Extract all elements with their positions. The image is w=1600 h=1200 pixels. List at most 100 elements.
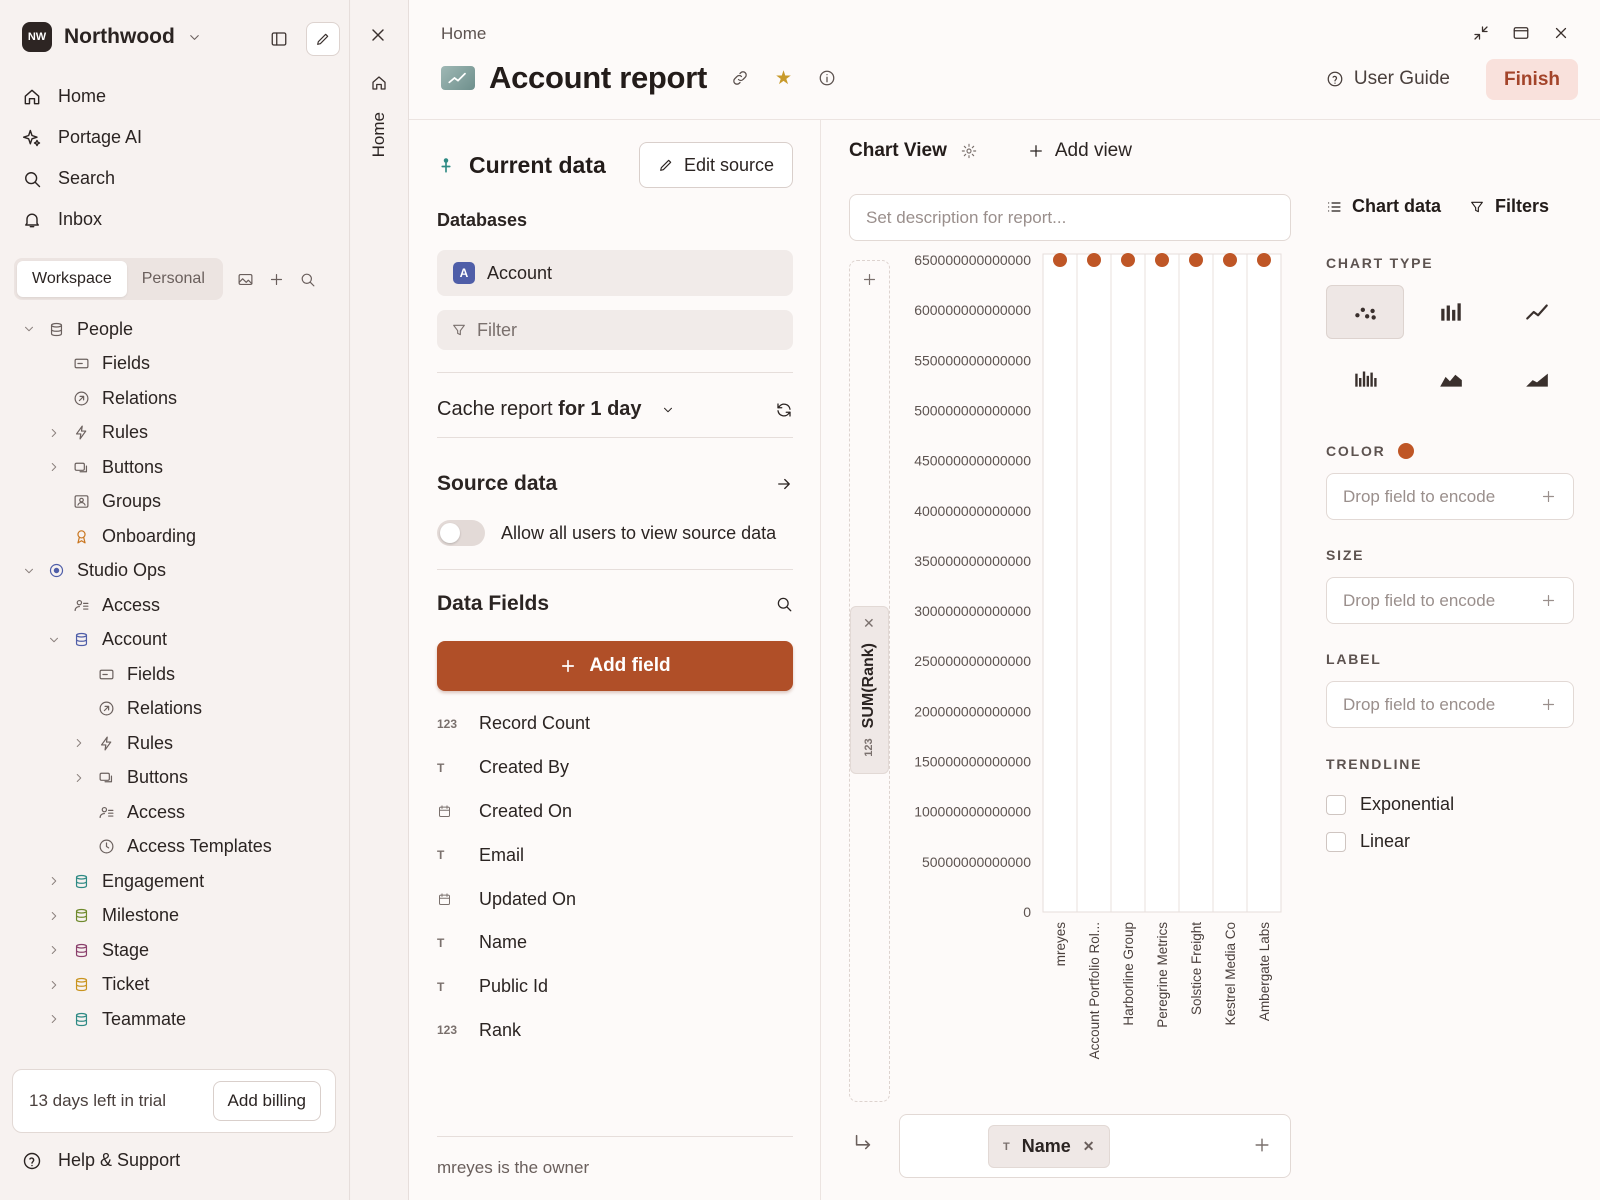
data-field-item[interactable]: 123 Record Count bbox=[437, 702, 793, 746]
plus-icon[interactable] bbox=[268, 271, 285, 288]
cache-setting[interactable]: Cache report for 1 day bbox=[437, 398, 793, 421]
chevron-right-icon[interactable] bbox=[47, 874, 61, 888]
collapse-icon[interactable] bbox=[1472, 24, 1490, 42]
color-drop-zone[interactable]: Drop field to encode bbox=[1326, 473, 1574, 520]
tree-item[interactable]: Buttons bbox=[22, 761, 342, 796]
user-guide-link[interactable]: User Guide bbox=[1326, 68, 1450, 90]
tab-chart-data[interactable]: Chart data bbox=[1326, 196, 1441, 217]
remove-icon[interactable]: ✕ bbox=[1083, 1138, 1095, 1155]
tree-item[interactable]: Ticket bbox=[22, 968, 342, 1003]
link-icon[interactable] bbox=[731, 69, 749, 87]
search-icon[interactable] bbox=[775, 595, 793, 613]
search-icon[interactable] bbox=[299, 271, 316, 288]
tree-item[interactable]: Buttons bbox=[22, 450, 342, 485]
data-field-item[interactable]: Updated On bbox=[437, 877, 793, 921]
tree-item[interactable]: Engagement bbox=[22, 864, 342, 899]
tree-item[interactable]: Fields bbox=[22, 347, 342, 382]
tree-item[interactable]: Access Templates bbox=[22, 830, 342, 865]
tree-item[interactable]: Account bbox=[22, 623, 342, 658]
chevron-down-icon[interactable] bbox=[22, 322, 36, 336]
tree-item[interactable]: Milestone bbox=[22, 899, 342, 934]
workspace-switcher[interactable]: NW Northwood bbox=[22, 22, 202, 52]
tree-item[interactable]: Relations bbox=[22, 692, 342, 727]
trendline-linear[interactable]: Linear bbox=[1326, 823, 1574, 860]
chevron-right-icon[interactable] bbox=[72, 771, 86, 785]
image-icon[interactable] bbox=[237, 271, 254, 288]
tree-item[interactable]: Access bbox=[22, 588, 342, 623]
plus-icon[interactable] bbox=[1252, 1135, 1272, 1155]
breadcrumb[interactable]: Home bbox=[441, 24, 486, 44]
data-field-item[interactable]: T Public Id bbox=[437, 965, 793, 1009]
chevron-right-icon[interactable] bbox=[47, 909, 61, 923]
toggle-sidebar-button[interactable] bbox=[262, 22, 296, 56]
close-icon[interactable] bbox=[1552, 24, 1570, 42]
window-icon[interactable] bbox=[1512, 24, 1530, 42]
checkbox[interactable] bbox=[1326, 831, 1346, 852]
add-billing-button[interactable]: Add billing bbox=[212, 1081, 321, 1121]
chevron-right-icon[interactable] bbox=[47, 460, 61, 474]
compose-button[interactable] bbox=[306, 22, 340, 56]
stacked-area-type-button[interactable] bbox=[1498, 351, 1576, 405]
edit-source-button[interactable]: Edit source bbox=[638, 142, 793, 188]
tree-item[interactable]: Access bbox=[22, 795, 342, 830]
data-field-item[interactable]: T Email bbox=[437, 833, 793, 877]
add-view-button[interactable]: Add view bbox=[1027, 140, 1132, 162]
x-field-pill[interactable]: T Name ✕ bbox=[988, 1125, 1110, 1168]
x-axis-shelf[interactable]: T Name ✕ bbox=[899, 1114, 1291, 1178]
trendline-exponential[interactable]: Exponential bbox=[1326, 786, 1574, 823]
close-icon[interactable] bbox=[368, 25, 388, 45]
tree-item[interactable]: Relations bbox=[22, 381, 342, 416]
data-field-item[interactable]: 123 Rank bbox=[437, 1009, 793, 1053]
description-input[interactable]: Set description for report... bbox=[849, 194, 1291, 241]
tree-item[interactable]: Groups bbox=[22, 485, 342, 520]
y-axis-shelf[interactable]: ✕ 123 SUM(Rank) bbox=[849, 260, 890, 1102]
data-field-item[interactable]: Created On bbox=[437, 790, 793, 834]
home-icon[interactable] bbox=[370, 74, 388, 92]
chevron-right-icon[interactable] bbox=[47, 1012, 61, 1026]
tree-item[interactable]: Fields bbox=[22, 657, 342, 692]
label-drop-zone[interactable]: Drop field to encode bbox=[1326, 681, 1574, 728]
gear-icon[interactable] bbox=[961, 143, 977, 159]
filter-button[interactable]: Filter bbox=[437, 310, 793, 350]
tree-item[interactable]: People bbox=[22, 312, 342, 347]
rail-tab-home[interactable]: Home bbox=[369, 112, 389, 157]
size-drop-zone[interactable]: Drop field to encode bbox=[1326, 577, 1574, 624]
chevron-right-icon[interactable] bbox=[72, 736, 86, 750]
nav-search[interactable]: Search bbox=[22, 158, 332, 199]
data-field-item[interactable]: T Created By bbox=[437, 746, 793, 790]
add-field-button[interactable]: Add field bbox=[437, 641, 793, 691]
chevron-down-icon[interactable] bbox=[47, 633, 61, 647]
arrow-right-icon[interactable] bbox=[775, 475, 793, 493]
area-type-button[interactable] bbox=[1412, 351, 1490, 405]
tab-workspace[interactable]: Workspace bbox=[17, 261, 127, 297]
tree-item[interactable]: Teammate bbox=[22, 1002, 342, 1037]
chevron-down-icon[interactable] bbox=[22, 564, 36, 578]
tree-item[interactable]: Rules bbox=[22, 416, 342, 451]
source-data-toggle[interactable] bbox=[437, 520, 485, 546]
chevron-right-icon[interactable] bbox=[47, 943, 61, 957]
plus-icon[interactable] bbox=[861, 271, 878, 288]
chevron-right-icon[interactable] bbox=[47, 426, 61, 440]
star-icon[interactable]: ★ bbox=[775, 67, 792, 90]
help-support-link[interactable]: Help & Support bbox=[22, 1150, 180, 1171]
tab-chart-view[interactable]: Chart View bbox=[849, 140, 947, 162]
remove-icon[interactable]: ✕ bbox=[863, 615, 875, 632]
chevron-right-icon[interactable] bbox=[47, 978, 61, 992]
y-field-pill[interactable]: ✕ 123 SUM(Rank) bbox=[850, 606, 889, 774]
database-item[interactable]: A Account bbox=[437, 250, 793, 296]
tree-item[interactable]: Onboarding bbox=[22, 519, 342, 554]
nav-portage-ai[interactable]: Portage AI bbox=[22, 117, 332, 158]
tab-personal[interactable]: Personal bbox=[127, 261, 220, 297]
bar-type-button[interactable] bbox=[1412, 285, 1490, 339]
grouped-bar-type-button[interactable] bbox=[1326, 351, 1404, 405]
color-swatch[interactable] bbox=[1397, 443, 1414, 459]
refresh-icon[interactable] bbox=[775, 401, 793, 419]
info-icon[interactable] bbox=[818, 69, 836, 87]
line-type-button[interactable] bbox=[1498, 285, 1576, 339]
tab-filters[interactable]: Filters bbox=[1469, 196, 1549, 217]
scatter-type-button[interactable] bbox=[1326, 285, 1404, 339]
tree-item[interactable]: Studio Ops bbox=[22, 554, 342, 589]
tree-item[interactable]: Rules bbox=[22, 726, 342, 761]
finish-button[interactable]: Finish bbox=[1486, 59, 1578, 100]
nav-inbox[interactable]: Inbox bbox=[22, 199, 332, 240]
